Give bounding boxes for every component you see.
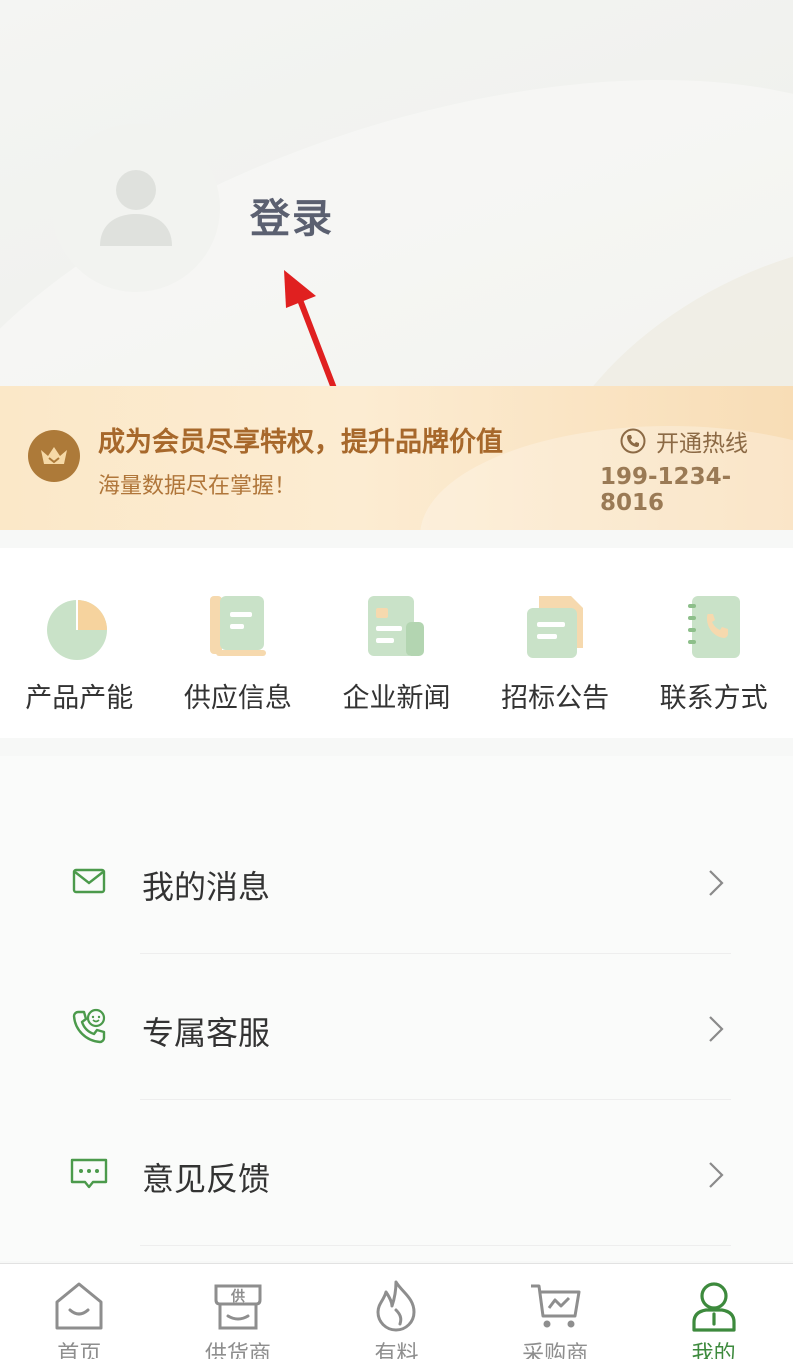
bottom-tab-bar: 首页 供 供货商 有料 采购商 我的 bbox=[0, 1263, 793, 1359]
quick-link-tender-notice[interactable]: 招标公告 bbox=[476, 548, 635, 738]
document-icon bbox=[209, 596, 266, 656]
menu-item-customer-service[interactable]: 专属客服 bbox=[0, 954, 793, 1100]
supplier-icon: 供 bbox=[214, 1284, 262, 1330]
hotline-number[interactable]: 199-1234-8016 bbox=[600, 464, 793, 516]
menu-item-messages[interactable]: 我的消息 bbox=[0, 808, 793, 954]
customer-service-icon bbox=[72, 1008, 106, 1044]
quick-links-grid: 产品产能 供应信息 企业新闻 招标公告 联系方式 bbox=[0, 548, 793, 738]
banner-subtitle: 海量数据尽在掌握！ bbox=[98, 474, 297, 499]
tab-label: 首页 bbox=[57, 1342, 102, 1359]
user-icon bbox=[692, 1282, 736, 1332]
tab-label: 有料 bbox=[374, 1342, 419, 1359]
svg-text:供: 供 bbox=[230, 1288, 245, 1305]
menu-item-label: 意见反馈 bbox=[142, 1160, 271, 1198]
profile-header: 登录 bbox=[0, 0, 793, 400]
flame-icon bbox=[376, 1280, 416, 1332]
chevron-right-icon bbox=[709, 1162, 724, 1188]
quick-link-label: 企业新闻 bbox=[342, 683, 451, 714]
quick-link-supply-info[interactable]: 供应信息 bbox=[159, 548, 318, 738]
hotline-label: 开通热线 bbox=[656, 431, 748, 457]
quick-link-label: 联系方式 bbox=[659, 683, 768, 714]
tab-label: 我的 bbox=[691, 1342, 736, 1359]
home-icon bbox=[55, 1282, 103, 1330]
chevron-right-icon bbox=[709, 1016, 724, 1042]
feedback-icon bbox=[70, 1158, 108, 1189]
quick-link-label: 产品产能 bbox=[25, 683, 134, 714]
menu-item-feedback[interactable]: 意见反馈 bbox=[0, 1100, 793, 1246]
tab-mine[interactable]: 我的 bbox=[634, 1264, 793, 1359]
annotation-arrow bbox=[284, 270, 342, 400]
announcement-icon bbox=[527, 596, 584, 658]
tab-suppliers[interactable]: 供 供货商 bbox=[159, 1264, 318, 1359]
quick-link-contact[interactable]: 联系方式 bbox=[634, 548, 793, 738]
news-icon bbox=[368, 596, 425, 656]
quick-link-company-news[interactable]: 企业新闻 bbox=[317, 548, 476, 738]
avatar[interactable] bbox=[52, 124, 220, 292]
banner-title: 成为会员尽享特权，提升品牌价值 bbox=[98, 427, 503, 458]
hotline-button[interactable]: 开通热线 bbox=[620, 424, 748, 458]
menu-item-label: 专属客服 bbox=[142, 1014, 271, 1052]
settings-menu: 我的消息 专属客服 意见反馈 bbox=[0, 756, 793, 1261]
quick-link-label: 供应信息 bbox=[183, 683, 292, 714]
user-placeholder-icon bbox=[100, 170, 172, 246]
tab-home[interactable]: 首页 bbox=[0, 1264, 159, 1359]
pie-chart-icon bbox=[47, 600, 108, 660]
tab-label: 采购商 bbox=[522, 1342, 589, 1359]
cart-icon bbox=[531, 1284, 581, 1328]
tab-buyers[interactable]: 采购商 bbox=[476, 1264, 635, 1359]
crown-icon bbox=[28, 430, 80, 482]
tab-label: 供货商 bbox=[204, 1342, 271, 1359]
divider bbox=[140, 1245, 731, 1246]
phone-icon bbox=[620, 428, 646, 454]
login-link[interactable]: 登录 bbox=[250, 186, 334, 244]
tab-materials[interactable]: 有料 bbox=[317, 1264, 476, 1359]
contact-book-icon bbox=[687, 596, 740, 658]
profile-page: 登录 成为会员尽享特权，提升品牌价值 海量数据尽在掌握！ 开通热线 199-12… bbox=[0, 0, 793, 1359]
membership-banner[interactable]: 成为会员尽享特权，提升品牌价值 海量数据尽在掌握！ 开通热线 199-1234-… bbox=[0, 386, 793, 530]
quick-link-product-capacity[interactable]: 产品产能 bbox=[0, 548, 159, 738]
menu-item-label: 我的消息 bbox=[142, 868, 271, 906]
chevron-right-icon bbox=[709, 870, 724, 896]
quick-link-label: 招标公告 bbox=[501, 683, 610, 714]
mail-icon bbox=[72, 868, 106, 894]
